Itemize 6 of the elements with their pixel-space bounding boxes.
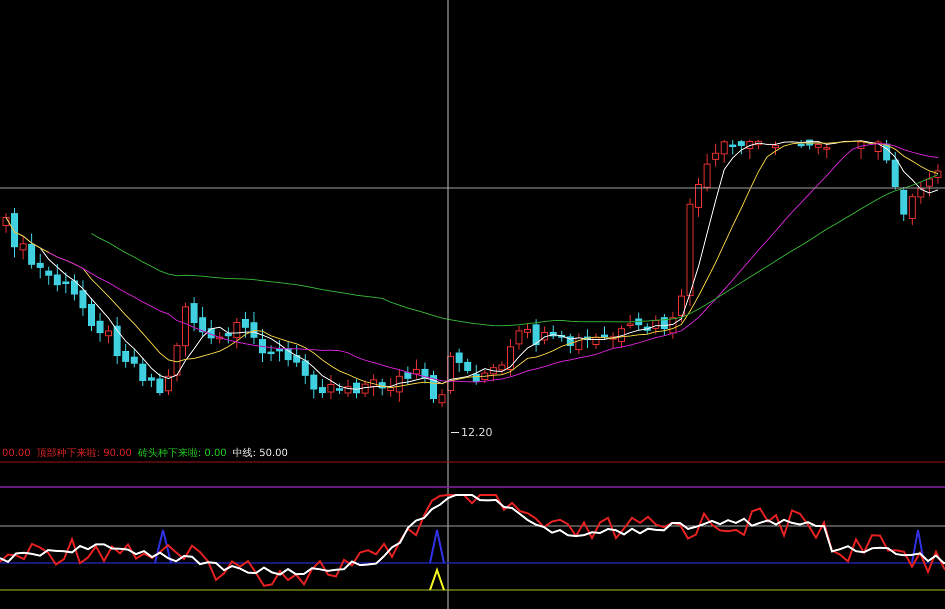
indicator-legend-item: 中线: 50.00: [232, 449, 288, 459]
signal-spike-line: [429, 566, 445, 590]
indicator-legend-item: 顶部种下来啦: 90.00: [36, 449, 132, 459]
price-low-label: 12.20: [451, 427, 492, 438]
indicator-legend-item: 砖头种下来啦: 0.00: [138, 449, 227, 459]
indicator-legend-item: 00.00: [2, 449, 31, 459]
